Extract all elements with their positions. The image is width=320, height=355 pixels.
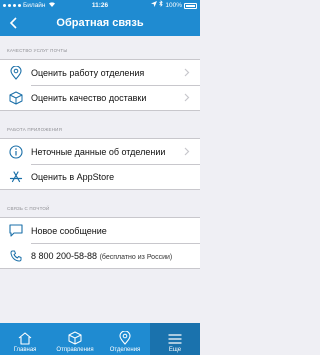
location-pin-icon [119, 331, 131, 345]
section-header-app-work: РАБОТА ПРИЛОЖЕНИЯ [7, 127, 63, 132]
chevron-right-icon [184, 68, 190, 77]
status-bar: Билайн 11:26 100% [0, 0, 200, 11]
row-label: Новое сообщение [31, 225, 107, 236]
bluetooth-icon [159, 0, 164, 11]
info-icon [0, 144, 31, 159]
battery-icon [184, 2, 197, 9]
new-message-row[interactable]: Новое сообщение [0, 218, 200, 243]
rate-office-row[interactable]: Оценить работу отделения [0, 60, 200, 85]
tab-more[interactable]: Еще [150, 323, 200, 355]
box-icon [0, 91, 31, 105]
chevron-right-icon [184, 93, 190, 102]
phone-row[interactable]: 8 800 200-58-88 (бесплатно из России) [0, 243, 200, 268]
phone-icon [0, 250, 31, 262]
rate-delivery-row[interactable]: Оценить качество доставки [0, 85, 200, 110]
tab-offices[interactable]: Отделения [100, 323, 150, 355]
phone-note: (бесплатно из России) [99, 253, 173, 261]
row-label: Оценить в AppStore [31, 171, 115, 182]
tab-label: Отделения [109, 347, 141, 353]
appstore-icon [0, 170, 31, 184]
parcel-icon [68, 331, 82, 345]
tab-label: Главная [13, 347, 37, 353]
tab-label: Еще [168, 347, 182, 353]
page-title: Обратная связь [56, 17, 144, 29]
section-header-contact: СВЯЗЬ С ПОЧТОЙ [7, 206, 50, 211]
section-header-postal-quality: КАЧЕСТВО УСЛУГ ПОЧТЫ [7, 48, 68, 53]
location-arrow-icon [151, 0, 158, 11]
tab-shipments[interactable]: Отправления [50, 323, 100, 355]
report-office-data-row[interactable]: Неточные данные об отделении [0, 139, 200, 164]
row-label: Неточные данные об отделении [31, 146, 166, 157]
home-icon [18, 332, 32, 345]
status-right: 100% [151, 0, 197, 11]
rate-appstore-row[interactable]: Оценить в AppStore [0, 164, 200, 189]
phone-number: 8 800 200-58-88 [31, 250, 98, 261]
group-contact: Новое сообщение 8 800 200-58-88 (бесплат… [0, 217, 200, 269]
row-label: Оценить качество доставки [31, 92, 147, 103]
menu-icon [168, 334, 182, 344]
chat-bubble-icon [0, 224, 31, 237]
row-label: 8 800 200-58-88 (бесплатно из России) [31, 251, 172, 261]
tab-home[interactable]: Главная [0, 323, 50, 355]
navigation-bar: Обратная связь [0, 11, 200, 36]
tab-label: Отправления [56, 347, 94, 353]
battery-percent: 100% [165, 2, 182, 9]
group-postal-quality: Оценить работу отделения Оценить качеств… [0, 59, 200, 111]
row-label: Оценить работу отделения [31, 67, 145, 78]
group-app-work: Неточные данные об отделении Оценить в A… [0, 138, 200, 190]
tab-bar: Главная Отправления Отделения Еще [0, 323, 200, 355]
feedback-list: КАЧЕСТВО УСЛУГ ПОЧТЫ Оценить работу отде… [0, 36, 200, 323]
chevron-right-icon [184, 147, 190, 156]
location-pin-icon [0, 65, 31, 80]
